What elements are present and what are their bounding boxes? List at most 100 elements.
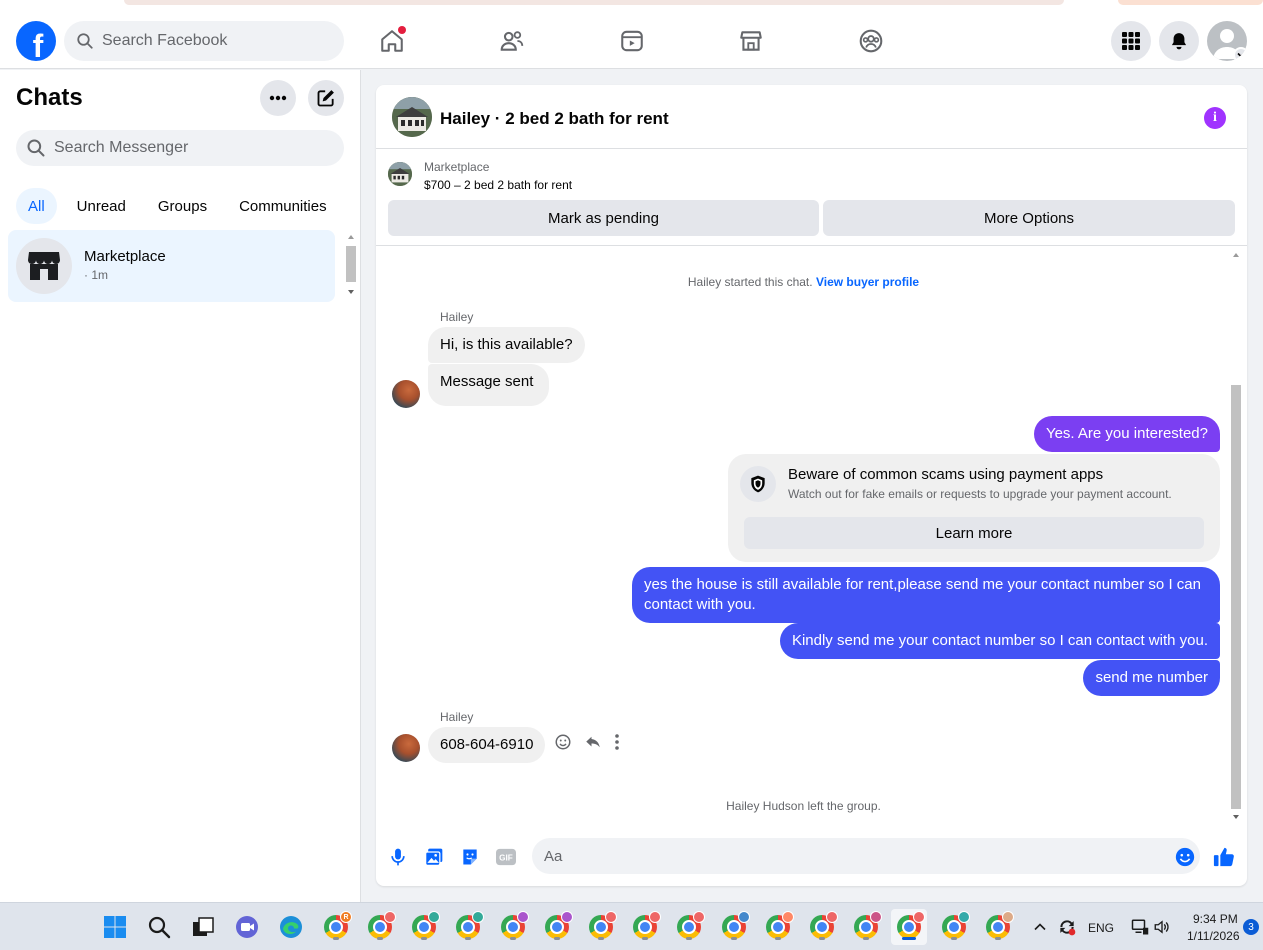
svg-text:GIF: GIF bbox=[499, 854, 513, 863]
conversation-scrollbar[interactable] bbox=[1229, 249, 1243, 825]
clock-time[interactable]: 9:34 PM bbox=[1193, 912, 1238, 926]
sticker-icon[interactable] bbox=[459, 846, 481, 868]
chrome-profile-3-icon[interactable] bbox=[408, 911, 440, 943]
chrome-profile-11-icon[interactable] bbox=[762, 911, 794, 943]
chrome-profile-10-icon[interactable] bbox=[718, 911, 750, 943]
chrome-profile-12-icon[interactable] bbox=[806, 911, 838, 943]
mark-as-pending-button[interactable]: Mark as pending bbox=[388, 200, 819, 236]
info-icon[interactable]: i bbox=[1204, 107, 1226, 129]
marketplace-icon[interactable] bbox=[735, 25, 767, 57]
chrome-profile-9-icon[interactable] bbox=[673, 911, 705, 943]
scroll-up-arrow[interactable] bbox=[1233, 253, 1239, 257]
chevron-up-icon[interactable] bbox=[1028, 911, 1052, 943]
volume-icon[interactable] bbox=[1150, 911, 1174, 943]
chrome-profile-5-icon[interactable] bbox=[497, 911, 529, 943]
new-message-button[interactable] bbox=[308, 80, 344, 116]
chrome-profile-6-icon[interactable] bbox=[541, 911, 573, 943]
incoming-message-phone[interactable]: 608-604-6910 bbox=[428, 727, 546, 763]
photo-icon[interactable] bbox=[423, 846, 445, 868]
more-options-button[interactable]: More Options bbox=[823, 200, 1235, 236]
listing-thumbnail[interactable] bbox=[388, 162, 412, 186]
chat-list-item-marketplace[interactable]: Marketplace · 1m bbox=[8, 230, 335, 302]
system-message-start: Hailey started this chat. View buyer pro… bbox=[687, 275, 920, 289]
sync-icon[interactable] bbox=[1054, 911, 1080, 943]
windows-start-icon[interactable] bbox=[99, 911, 131, 943]
chat-list-scrollbar[interactable] bbox=[343, 230, 359, 302]
incoming-message[interactable]: Message sent bbox=[428, 364, 550, 406]
chats-title: Chats bbox=[16, 84, 83, 111]
home-icon[interactable] bbox=[376, 25, 408, 57]
scroll-up-arrow[interactable] bbox=[348, 235, 354, 239]
learn-more-button[interactable]: Learn more bbox=[744, 517, 1204, 549]
compose-icon bbox=[317, 90, 334, 107]
chrome-profile-15-icon[interactable] bbox=[938, 911, 970, 943]
language-indicator[interactable]: ENG bbox=[1088, 921, 1114, 935]
browser-top-strip bbox=[0, 0, 1263, 12]
network-icon[interactable] bbox=[1128, 911, 1152, 943]
notification-count-badge[interactable]: 3 bbox=[1243, 919, 1259, 935]
filter-communities[interactable]: Communities bbox=[227, 188, 339, 224]
chevron-down-icon[interactable] bbox=[1233, 47, 1247, 61]
browser-tab-strip bbox=[124, 0, 1064, 5]
scam-warning-title: Beware of common scams using payment app… bbox=[788, 466, 1104, 483]
microphone-icon[interactable] bbox=[387, 846, 409, 868]
chrome-profile-7-icon[interactable] bbox=[585, 911, 617, 943]
friends-icon[interactable] bbox=[496, 25, 528, 57]
chrome-profile-16-icon[interactable] bbox=[982, 911, 1014, 943]
listing-avatar[interactable] bbox=[392, 97, 432, 137]
chrome-profile-active-icon[interactable] bbox=[893, 911, 925, 943]
listing-price-title[interactable]: $700 – 2 bed 2 bath for rent bbox=[424, 178, 572, 192]
scroll-down-arrow[interactable] bbox=[348, 290, 354, 294]
search-icon bbox=[27, 139, 45, 157]
message-input[interactable] bbox=[544, 847, 1144, 865]
scroll-thumb[interactable] bbox=[1231, 385, 1241, 809]
task-view-icon[interactable] bbox=[187, 911, 219, 943]
marketplace-avatar bbox=[16, 238, 72, 294]
bell-icon[interactable] bbox=[1159, 21, 1199, 61]
groups-icon[interactable] bbox=[855, 25, 887, 57]
search-facebook-input[interactable] bbox=[102, 32, 322, 50]
filter-groups[interactable]: Groups bbox=[146, 188, 219, 224]
thumbs-up-icon[interactable] bbox=[1213, 846, 1235, 868]
video-icon[interactable] bbox=[616, 25, 648, 57]
emoji-icon[interactable] bbox=[1174, 846, 1196, 868]
kebab-menu-icon[interactable] bbox=[614, 733, 620, 751]
message-input-box[interactable] bbox=[532, 838, 1200, 874]
browser-tab-strip-right bbox=[1118, 0, 1263, 5]
smiley-react-icon[interactable] bbox=[554, 733, 572, 751]
clock-date[interactable]: 1/11/2026 bbox=[1187, 929, 1240, 943]
reply-icon[interactable] bbox=[584, 733, 602, 751]
outgoing-message[interactable]: Kindly send me your contact number so I … bbox=[779, 623, 1220, 659]
profile-avatar[interactable] bbox=[1207, 21, 1247, 61]
search-messenger-input[interactable] bbox=[54, 139, 274, 157]
search-messenger-box[interactable] bbox=[16, 130, 344, 166]
edge-icon[interactable] bbox=[275, 911, 307, 943]
hailey-avatar[interactable] bbox=[392, 380, 420, 408]
shield-icon bbox=[740, 466, 776, 502]
hailey-avatar[interactable] bbox=[392, 734, 420, 762]
facebook-logo[interactable]: f bbox=[16, 21, 56, 61]
scroll-thumb[interactable] bbox=[346, 246, 356, 282]
outgoing-message[interactable]: yes the house is still available for ren… bbox=[632, 567, 1220, 623]
conversation-panel: Hailey · 2 bed 2 bath for rent i Marketp… bbox=[376, 85, 1247, 886]
meet-icon[interactable] bbox=[231, 911, 263, 943]
chrome-profile-1-icon[interactable]: R bbox=[320, 911, 352, 943]
conversation-header: Hailey · 2 bed 2 bath for rent i bbox=[376, 85, 1247, 149]
house-thumbnail-icon bbox=[388, 162, 412, 186]
menu-grid-icon[interactable] bbox=[1111, 21, 1151, 61]
scroll-down-arrow[interactable] bbox=[1233, 815, 1239, 819]
chrome-profile-2-icon[interactable] bbox=[364, 911, 396, 943]
view-buyer-profile-link[interactable]: View buyer profile bbox=[816, 275, 919, 289]
more-options-button[interactable] bbox=[260, 80, 296, 116]
chrome-profile-13-icon[interactable] bbox=[850, 911, 882, 943]
search-icon[interactable] bbox=[143, 911, 175, 943]
filter-all[interactable]: All bbox=[16, 188, 57, 224]
chrome-profile-8-icon[interactable] bbox=[629, 911, 661, 943]
gif-icon[interactable]: GIF bbox=[495, 846, 517, 868]
outgoing-message[interactable]: Yes. Are you interested? bbox=[1033, 416, 1220, 452]
chrome-profile-4-icon[interactable] bbox=[452, 911, 484, 943]
outgoing-message[interactable]: send me number bbox=[1083, 660, 1220, 696]
filter-unread[interactable]: Unread bbox=[65, 188, 138, 224]
search-facebook-box[interactable] bbox=[64, 21, 344, 61]
incoming-message[interactable]: Hi, is this available? bbox=[428, 327, 585, 363]
